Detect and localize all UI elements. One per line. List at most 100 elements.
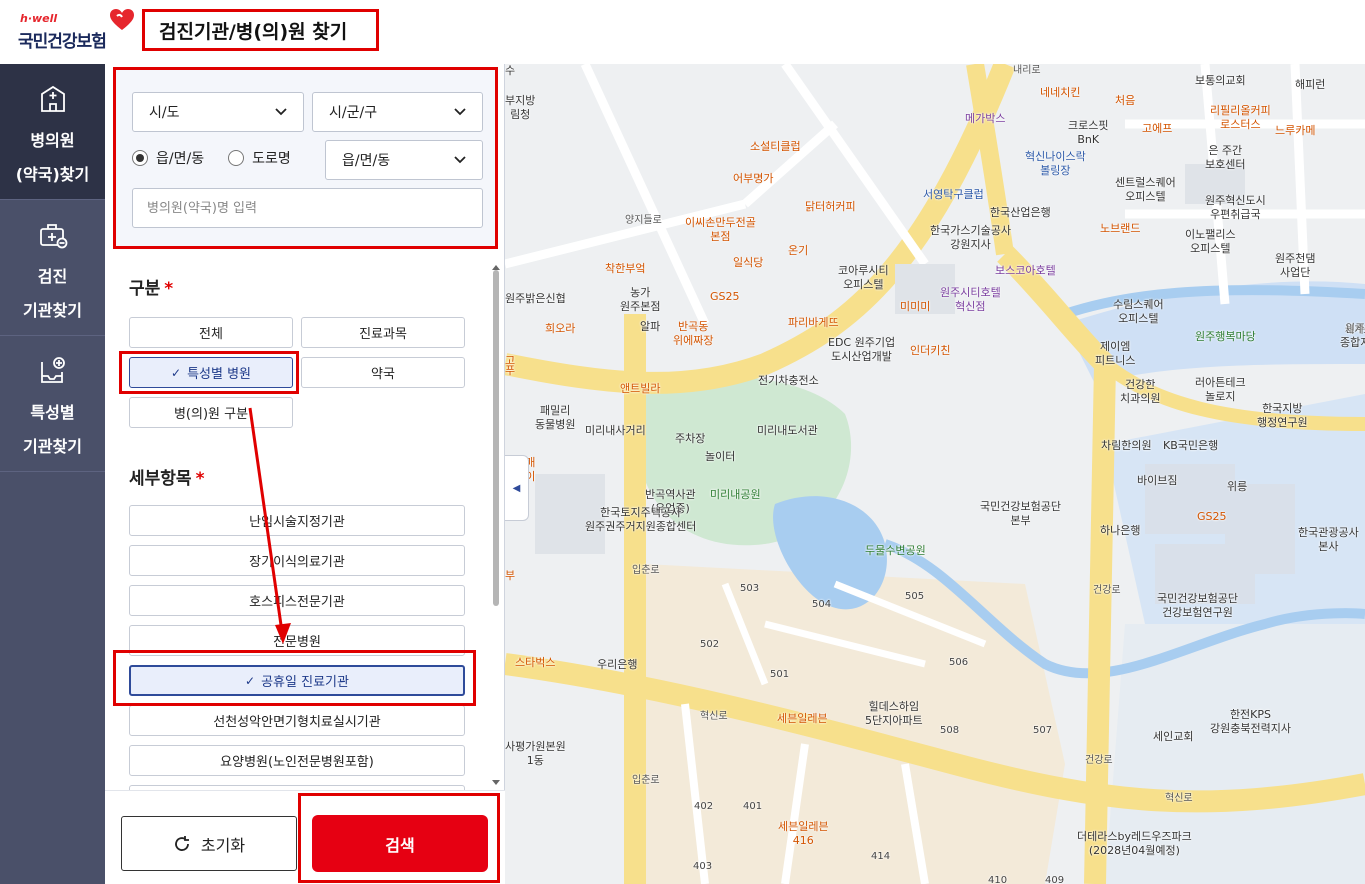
map-place-label[interactable]: 원주시티호텔 혁신점 <box>940 286 1001 314</box>
map-place-label[interactable]: 세인교회 <box>1153 730 1193 744</box>
map-place-label[interactable]: 리필리올커피 로스터스 <box>1210 104 1271 132</box>
map-place-label[interactable]: 은 주간 보호센터 <box>1205 144 1245 172</box>
map-place-label[interactable]: 원주밝은신협 <box>505 292 566 306</box>
map-place-label[interactable]: 소설티클럽 <box>750 140 801 154</box>
map-place-label[interactable]: 인더키친 <box>910 344 950 358</box>
map-place-label[interactable]: 파리바게뜨 <box>788 316 839 330</box>
map-place-label[interactable]: 힐데스하임 5단지아파트 <box>865 700 923 728</box>
map-place-label[interactable]: 한국토지주택공사 원주권주거지원종합센터 <box>585 506 696 534</box>
map-place-label[interactable]: 401 <box>743 800 762 814</box>
map-place-label[interactable]: 하나은행 <box>1100 524 1140 538</box>
map-place-label[interactable]: 고에프 <box>1142 122 1172 136</box>
map-place-label[interactable]: 내리로 <box>1013 64 1041 78</box>
map-place-label[interactable]: 403 <box>693 860 712 874</box>
map-place-label[interactable]: 더테라스by레드우즈파크 (2028년04월예정) <box>1077 830 1192 858</box>
nav-special-facility-search[interactable]: 특성별 기관찾기 <box>0 336 105 472</box>
sido-select[interactable]: 시/도 <box>132 92 304 132</box>
map-place-label[interactable]: 센트럴스퀘어 오피스텔 <box>1115 176 1176 204</box>
nav-checkup-search[interactable]: 검진 기관찾기 <box>0 200 105 336</box>
map-place-label[interactable]: 스타벅스 <box>515 656 555 670</box>
map-place-label[interactable]: 우리은행 <box>597 658 637 672</box>
radio-road-name[interactable] <box>228 150 245 166</box>
map-view[interactable]: 부지방 림청 보통의교회 해피런 네네치킨 처음 리필리올커피 로스터스 메가박스 크로스핏 BnK… <box>505 64 1365 884</box>
map-place-label[interactable]: GS25 <box>1197 510 1227 524</box>
map-place-label[interactable]: 차림한의원 <box>1101 439 1152 453</box>
radio-emd[interactable] <box>132 150 148 166</box>
map-place-label[interactable]: 이노팰리스 오피스텔 <box>1185 228 1236 256</box>
map-place-label[interactable]: 한국지방 행정연구원 <box>1257 402 1308 430</box>
map-place-label[interactable]: 보통의교회 <box>1195 74 1246 88</box>
radio-emd-label[interactable]: 읍/면/동 <box>156 148 204 168</box>
map-place-label[interactable]: 원주천댐 사업단 <box>1275 252 1315 280</box>
map-place-label[interactable]: 어부명가 <box>733 172 773 186</box>
radio-road-name-label[interactable]: 도로명 <box>252 148 291 168</box>
map-place-label[interactable]: 한전KPS 강원충북전력지사 <box>1210 708 1291 736</box>
collapse-panel-button[interactable]: ◀ <box>505 455 529 521</box>
map-place-label[interactable]: 409 <box>1045 874 1064 884</box>
map-place-label[interactable]: 502 <box>700 638 719 652</box>
map-place-label[interactable]: 세븐일레븐 416 <box>778 820 829 848</box>
map-place-label[interactable]: 두물수변공원 <box>865 544 926 558</box>
map-place-label[interactable]: 원주혁신도시 우편취급국 <box>1205 194 1266 222</box>
map-place-label[interactable]: 506 <box>949 656 968 670</box>
map-place-label[interactable]: 미리내도서관 <box>757 424 818 438</box>
map-place-label[interactable]: 507 <box>1033 724 1052 738</box>
map-place-label[interactable]: 크로스핏 BnK <box>1068 119 1108 147</box>
filter-scroll-area[interactable]: 구분 * 전체 진료과목 ✓ 특성별 병원 약국 병(의)원 구분 세부항목 * 난임… <box>105 254 505 790</box>
map-place-label[interactable]: 느루카메 <box>1275 124 1315 138</box>
map-place-label[interactable]: 세븐일레븐 <box>777 712 828 726</box>
map-place-label[interactable]: 놀이터 <box>705 450 735 464</box>
map-place-label[interactable]: 서영탁구클럽 <box>923 188 984 202</box>
map-place-label[interactable]: 세계로 <box>1345 324 1365 338</box>
panel-scrollbar[interactable] <box>491 264 501 786</box>
scroll-thumb[interactable] <box>493 270 499 606</box>
map-place-label[interactable]: 메가박스 <box>965 112 1005 126</box>
map-place-label[interactable]: 러아튼테크 놀로지 <box>1195 376 1246 404</box>
map-place-label[interactable]: 508 <box>940 724 959 738</box>
map-place-label[interactable]: 이씨손만두전골 본점 <box>685 216 756 244</box>
map-place-label[interactable]: 국민건강보험공단 본부 <box>980 500 1061 528</box>
map-place-label[interactable]: 수림스퀘어 오피스텔 <box>1113 298 1164 326</box>
map-place-label[interactable]: 입춘로 <box>632 564 660 578</box>
map-place-label[interactable]: 온기 <box>788 244 808 258</box>
map-place-label[interactable]: 혁신로 <box>700 710 728 724</box>
map-place-label[interactable]: 보스코아호텔 <box>995 264 1056 278</box>
map-place-label[interactable]: 한국관광공사 본사 <box>1298 526 1359 554</box>
map-place-label[interactable]: 제이엠 피트니스 <box>1095 340 1135 368</box>
map-place-label[interactable]: GS25 <box>710 290 740 304</box>
map-place-label[interactable]: 농가 원주본점 <box>620 286 660 314</box>
map-place-label[interactable]: 미리내공원 <box>710 488 761 502</box>
map-place-label[interactable]: 노브랜드 <box>1100 222 1140 236</box>
map-place-label[interactable]: 한국산업은행 <box>990 206 1051 220</box>
map-place-label[interactable]: 입춘로 <box>632 774 660 788</box>
map-place-label[interactable]: 501 <box>770 668 789 682</box>
map-place-label[interactable]: EDC 원주기업 도시산업개발 <box>828 336 895 364</box>
map-place-label[interactable]: 알파 <box>640 320 660 334</box>
map-place-label[interactable]: 한국가스기술공사 강원지사 <box>930 224 1011 252</box>
map-place-label[interactable]: 착한부엌 <box>605 262 645 276</box>
map-place-label[interactable]: 푸 <box>505 364 515 378</box>
emd-select[interactable]: 읍/면/동 <box>325 140 483 180</box>
map-place-label[interactable]: 원주행복마당 <box>1195 330 1256 344</box>
nhis-logo[interactable]: h·well 국민건강보험 <box>18 8 138 52</box>
map-place-label[interactable]: 주차장 <box>675 432 705 446</box>
map-place-label[interactable]: 위릉 <box>1227 480 1247 494</box>
map-place-label[interactable]: 505 <box>905 590 924 604</box>
map-place-label[interactable]: 네네치킨 <box>1040 86 1080 100</box>
map-place-label[interactable]: 닭터허커피 <box>805 200 856 214</box>
sigungu-select[interactable]: 시/군/구 <box>312 92 483 132</box>
map-place-label[interactable]: 희오라 <box>545 322 575 336</box>
map-place-label[interactable]: 국민건강보험공단 건강보험연구원 <box>1157 592 1238 620</box>
map-place-label[interactable]: 처음 <box>1115 94 1135 108</box>
map-place-label[interactable]: 패밀리 동물병원 <box>535 404 575 432</box>
map-place-label[interactable]: 건강로 <box>1093 584 1121 598</box>
map-place-label[interactable]: 앤트빌라 <box>620 382 660 396</box>
map-place-label[interactable]: 부지방 림청 <box>505 94 535 122</box>
map-place-label[interactable]: 503 <box>740 582 759 596</box>
map-place-label[interactable]: 코아루시티 오피스텔 <box>838 264 889 292</box>
map-place-label[interactable]: 건강로 <box>1085 754 1113 768</box>
map-place-label[interactable]: KB국민은행 <box>1163 439 1218 453</box>
map-place-label[interactable]: 혁신로 <box>1165 792 1193 806</box>
map-place-label[interactable]: 전기차충전소 <box>758 374 819 388</box>
map-place-label[interactable]: 414 <box>871 850 890 864</box>
